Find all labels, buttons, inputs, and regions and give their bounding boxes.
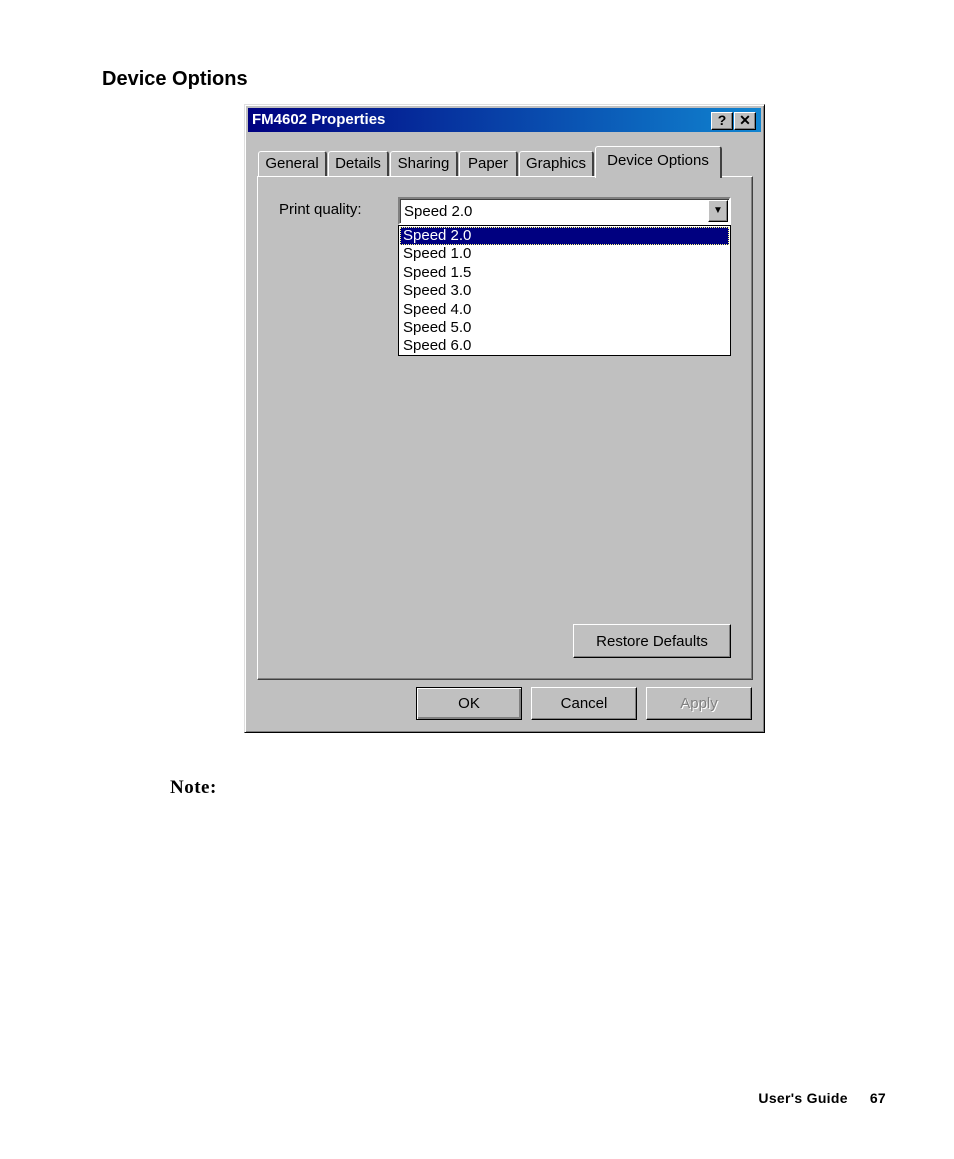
option-speed-1-0[interactable]: Speed 1.0 (400, 245, 729, 263)
tab-details[interactable]: Details (328, 151, 389, 177)
help-icon: ? (717, 112, 727, 128)
print-quality-value: Speed 2.0 (404, 203, 473, 220)
option-speed-1-5[interactable]: Speed 1.5 (400, 264, 729, 282)
properties-dialog: FM4602 Properties ? ✕ General Details Sh… (244, 104, 765, 733)
apply-button[interactable]: Apply (646, 687, 752, 720)
tab-device-options[interactable]: Device Options (595, 146, 722, 178)
restore-defaults-button[interactable]: Restore Defaults (573, 624, 731, 658)
print-quality-options: Speed 2.0 Speed 1.0 Speed 1.5 Speed 3.0 … (398, 225, 731, 356)
tab-sharing[interactable]: Sharing (390, 151, 458, 177)
dialog-titlebar[interactable]: FM4602 Properties ? ✕ (248, 108, 761, 132)
print-quality-label: Print quality: (279, 201, 362, 218)
option-speed-3-0[interactable]: Speed 3.0 (400, 282, 729, 300)
close-button[interactable]: ✕ (734, 112, 756, 130)
option-speed-4-0[interactable]: Speed 4.0 (400, 301, 729, 319)
close-icon: ✕ (739, 112, 751, 128)
tab-general[interactable]: General (258, 151, 327, 177)
tab-graphics[interactable]: Graphics (519, 151, 594, 177)
option-speed-6-0[interactable]: Speed 6.0 (400, 337, 729, 355)
option-speed-2-0[interactable]: Speed 2.0 (400, 227, 729, 246)
dialog-title: FM4602 Properties (252, 111, 386, 128)
dropdown-arrow-button[interactable]: ▼ (708, 200, 728, 222)
tab-paper[interactable]: Paper (459, 151, 518, 177)
chevron-down-icon: ▼ (713, 205, 723, 216)
note-label: Note: (170, 777, 217, 798)
page-footer: User's Guide 67 (758, 1090, 886, 1106)
section-heading: Device Options (102, 68, 248, 90)
option-speed-5-0[interactable]: Speed 5.0 (400, 319, 729, 337)
cancel-button[interactable]: Cancel (531, 687, 637, 720)
ok-button[interactable]: OK (416, 687, 522, 720)
page-number: 67 (869, 1090, 886, 1106)
help-button[interactable]: ? (711, 112, 733, 130)
footer-guide-title: User's Guide (758, 1090, 848, 1106)
print-quality-select[interactable]: Speed 2.0 ▼ (398, 197, 731, 225)
device-options-panel: Print quality: Speed 2.0 ▼ Speed 2.0 Spe… (257, 176, 753, 680)
